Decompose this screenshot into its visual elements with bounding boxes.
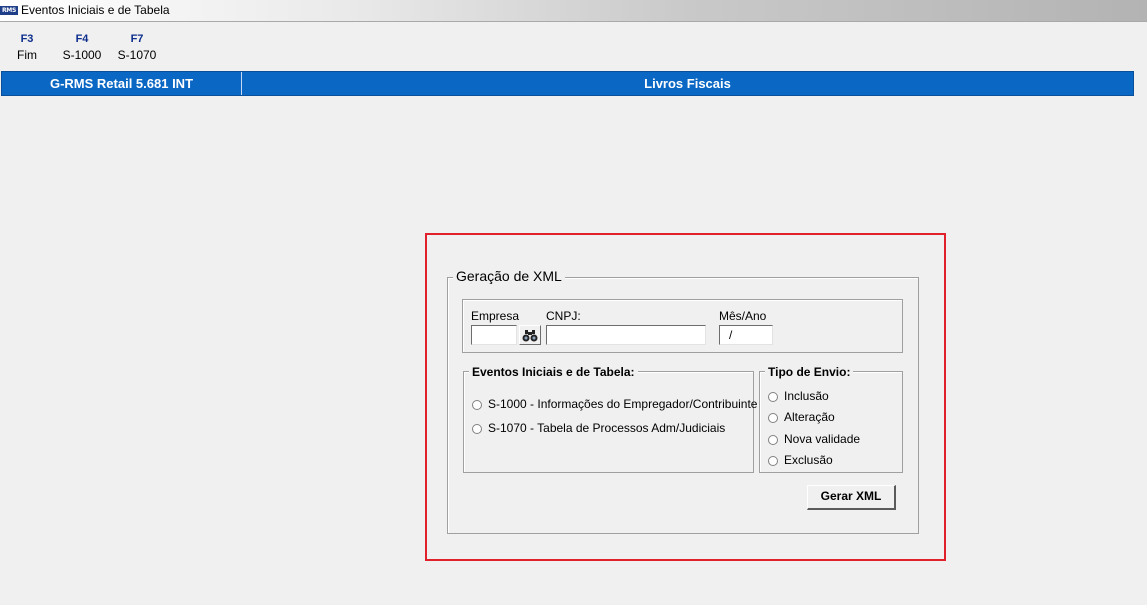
radio-exclusao[interactable]: Exclusão [768, 453, 833, 469]
radio-s1070-label: S-1070 - Tabela de Processos Adm/Judicia… [488, 421, 726, 435]
fkey-f3-fim-button[interactable]: F3 Fim [2, 31, 52, 63]
radio-nova-validade-label: Nova validade [784, 432, 861, 446]
cnpj-label: CNPJ: [546, 309, 581, 323]
mes-ano-input[interactable]: / [719, 325, 773, 345]
tipo-envio-group-title: Tipo de Envio: [765, 365, 854, 379]
module-title: Livros Fiscais [644, 76, 731, 91]
radio-s1000[interactable]: S-1000 - Informações do Empregador/Contr… [472, 397, 757, 413]
radio-alteracao[interactable]: Alteração [768, 410, 835, 426]
empresa-input[interactable] [471, 325, 517, 345]
app-logo-icon: RMS [0, 6, 18, 15]
fkey-action: Fim [17, 48, 37, 62]
radio-button-icon [472, 424, 482, 434]
radio-inclusao-label: Inclusão [784, 389, 829, 403]
binoculars-icon [522, 330, 538, 342]
eventos-group-title: Eventos Iniciais e de Tabela: [469, 365, 638, 379]
module-banner: G-RMS Retail 5.681 INT Livros Fiscais [1, 71, 1134, 96]
fkey-label: F4 [75, 33, 89, 45]
fkey-label: F3 [20, 33, 34, 45]
xml-generation-title: Geração de XML [453, 268, 565, 284]
empresa-label: Empresa [471, 309, 520, 323]
window-titlebar: RMS Eventos Iniciais e de Tabela [0, 0, 1147, 22]
radio-nova-validade[interactable]: Nova validade [768, 432, 860, 448]
radio-button-icon [768, 456, 778, 466]
radio-s1070[interactable]: S-1070 - Tabela de Processos Adm/Judicia… [472, 421, 725, 437]
radio-button-icon [472, 400, 482, 410]
binoculars-search-button[interactable] [519, 325, 541, 345]
radio-inclusao[interactable]: Inclusão [768, 389, 829, 405]
radio-s1000-label: S-1000 - Informações do Empregador/Contr… [488, 397, 758, 411]
fkey-label: F7 [130, 33, 144, 45]
fkey-action: S-1000 [62, 48, 102, 62]
window-title: Eventos Iniciais e de Tabela [21, 3, 170, 17]
mes-ano-label: Mês/Ano [719, 309, 767, 323]
radio-alteracao-label: Alteração [784, 410, 835, 424]
radio-button-icon [768, 435, 778, 445]
app-version-label: G-RMS Retail 5.681 INT [2, 72, 242, 95]
fkey-f4-s1000-button[interactable]: F4 S-1000 [57, 31, 107, 63]
fkey-action: S-1070 [117, 48, 157, 62]
radio-exclusao-label: Exclusão [784, 453, 833, 467]
radio-button-icon [768, 413, 778, 423]
cnpj-input[interactable] [546, 325, 706, 345]
gerar-xml-button[interactable]: Gerar XML [807, 485, 896, 510]
fkey-f7-s1070-button[interactable]: F7 S-1070 [112, 31, 162, 63]
radio-button-icon [768, 392, 778, 402]
